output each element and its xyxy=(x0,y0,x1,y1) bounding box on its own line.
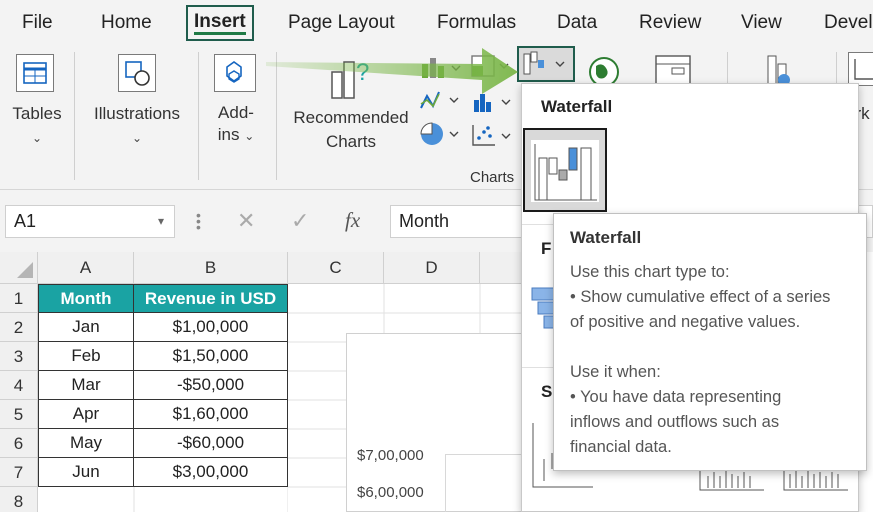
chevron-down-icon: ⌄ xyxy=(244,129,255,143)
add-ins-label-line2: ins xyxy=(217,125,240,144)
table-cell-month[interactable]: Jan xyxy=(38,312,134,342)
ribbon-tab-bar: File Home Insert Page Layout Formulas Da… xyxy=(0,0,873,44)
formula-buttons: ✕ ✓ fx xyxy=(221,205,383,238)
waterfall-thumbnail-icon xyxy=(531,140,599,202)
chart-area[interactable]: $7,00,000 $6,00,000 xyxy=(346,333,526,512)
waterfall-chart-button[interactable] xyxy=(517,46,575,82)
illustrations-button[interactable]: Illustrations ⌄ xyxy=(84,48,190,152)
table-header-revenue[interactable]: Revenue in USD xyxy=(133,284,288,313)
ribbon-divider xyxy=(198,52,199,180)
table-cell-revenue[interactable]: $3,00,000 xyxy=(133,457,288,487)
add-ins-button[interactable]: Add- ins ⌄ xyxy=(206,48,266,152)
y-axis-tick: $6,00,000 xyxy=(357,484,424,501)
tab-page-layout[interactable]: Page Layout xyxy=(288,12,395,34)
tab-developer[interactable]: Devel xyxy=(824,12,873,34)
grid-lines-left xyxy=(133,487,288,512)
column-header-c[interactable]: C xyxy=(288,252,384,284)
tooltip-line: inflows and outflows such as xyxy=(570,413,780,431)
tables-button[interactable]: Tables ⌄ xyxy=(6,48,68,152)
row-header-1[interactable]: 1 xyxy=(0,284,38,313)
table-cell-month[interactable]: Jun xyxy=(38,457,134,487)
waterfall-chart-option[interactable] xyxy=(523,128,607,212)
enter-icon[interactable]: ✓ xyxy=(291,205,309,236)
add-ins-icon xyxy=(214,54,256,92)
add-ins-label-line1: Add- xyxy=(218,103,254,122)
column-header-b[interactable]: B xyxy=(134,252,288,284)
table-cell-revenue[interactable]: -$50,000 xyxy=(133,370,288,400)
tab-insert[interactable]: Insert xyxy=(186,5,254,41)
scatter-chart-icon[interactable] xyxy=(470,122,514,148)
column-header-e[interactable] xyxy=(480,252,522,284)
more-icon: • • • xyxy=(196,207,201,235)
table-cell-revenue[interactable]: -$60,000 xyxy=(133,428,288,458)
tab-review[interactable]: Review xyxy=(639,12,701,34)
tooltip-line: • Show cumulative effect of a series xyxy=(570,288,831,306)
recommended-charts-label-line1: Recommended xyxy=(293,108,409,127)
name-box[interactable]: A1 ▾ xyxy=(5,205,175,238)
table-cell-month[interactable]: Apr xyxy=(38,399,134,429)
tables-label: Tables xyxy=(12,104,62,123)
table-cell-month[interactable]: Feb xyxy=(38,341,134,371)
sparklines-icon[interactable] xyxy=(848,52,873,86)
row-header-7[interactable]: 7 xyxy=(0,458,38,487)
select-all-corner[interactable] xyxy=(0,252,38,284)
chevron-down-icon: ⌄ xyxy=(131,131,143,145)
tooltip-spacer xyxy=(570,335,866,360)
green-arrow-icon xyxy=(266,48,518,94)
illustrations-icon xyxy=(118,54,156,92)
funnel-section-title: F xyxy=(541,239,552,258)
select-all-icon xyxy=(16,262,33,278)
column-header-a[interactable]: A xyxy=(38,252,134,284)
waterfall-chart-icon xyxy=(523,51,565,75)
row-header-4[interactable]: 4 xyxy=(0,371,38,400)
tooltip-title: Waterfall xyxy=(570,228,642,247)
recommended-charts-label-line2: Charts xyxy=(325,132,377,151)
waterfall-section-title: Waterfall xyxy=(541,97,613,116)
chevron-down-icon: ▾ xyxy=(157,214,164,228)
pie-chart-icon[interactable] xyxy=(418,120,462,148)
tab-data[interactable]: Data xyxy=(557,12,597,34)
plot-area xyxy=(445,454,525,512)
table-cell-revenue[interactable]: $1,50,000 xyxy=(133,341,288,371)
tab-file[interactable]: File xyxy=(22,12,53,34)
insert-function-button[interactable]: fx xyxy=(345,205,360,236)
tooltip-line: Use this chart type to: xyxy=(570,263,730,281)
row-header-2[interactable]: 2 xyxy=(0,313,38,342)
table-cell-revenue[interactable]: $1,60,000 xyxy=(133,399,288,429)
tab-view[interactable]: View xyxy=(741,12,782,34)
row-header-6[interactable]: 6 xyxy=(0,429,38,458)
table-cell-month[interactable]: Mar xyxy=(38,370,134,400)
ribbon-divider xyxy=(74,52,75,180)
table-icon xyxy=(16,54,54,92)
tooltip-line: • You have data representing xyxy=(570,388,782,406)
illustrations-label: Illustrations xyxy=(94,104,180,123)
name-box-value: A1 xyxy=(14,211,37,231)
cancel-icon[interactable]: ✕ xyxy=(237,205,255,236)
column-header-d[interactable]: D xyxy=(384,252,480,284)
tooltip-line: of positive and negative values. xyxy=(570,313,801,331)
row-header-5[interactable]: 5 xyxy=(0,400,38,429)
charts-group-label: Charts xyxy=(470,169,515,186)
tab-home[interactable]: Home xyxy=(101,12,152,34)
stock-section-title: S xyxy=(541,382,553,401)
table-header-month[interactable]: Month xyxy=(38,284,134,313)
table-cell-revenue[interactable]: $1,00,000 xyxy=(133,312,288,342)
table-cell-month[interactable]: May xyxy=(38,428,134,458)
waterfall-tooltip: Waterfall Use this chart type to: • Show… xyxy=(553,213,867,471)
tooltip-line: financial data. xyxy=(570,438,672,456)
tab-formulas[interactable]: Formulas xyxy=(437,12,516,34)
y-axis-tick: $7,00,000 xyxy=(357,447,424,464)
row-header-8[interactable]: 8 xyxy=(0,487,38,512)
tooltip-line: Use it when: xyxy=(570,363,661,381)
row-header-3[interactable]: 3 xyxy=(0,342,38,371)
chevron-down-icon: ⌄ xyxy=(31,131,43,145)
